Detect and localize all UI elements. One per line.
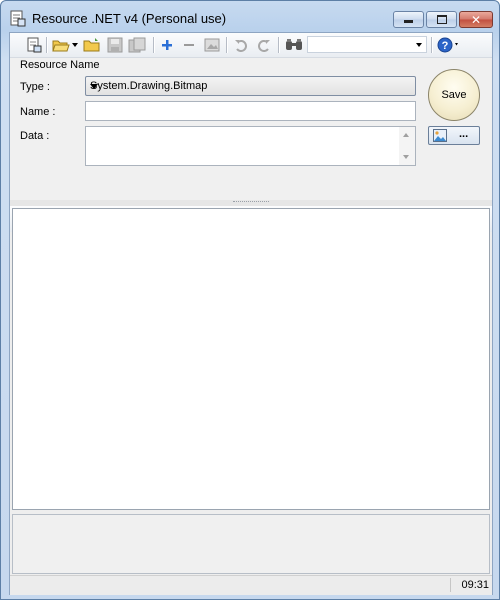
save-all-icon (128, 37, 146, 53)
minimize-button[interactable] (393, 11, 424, 28)
app-icon (10, 10, 26, 27)
grip-icon (233, 201, 269, 204)
maximize-button[interactable] (426, 11, 457, 28)
save-all-button[interactable] (128, 37, 146, 53)
toolbar-separator (278, 37, 280, 53)
client-area: ? Resource Name Type : System.Drawing.Bi… (9, 32, 493, 595)
type-label: Type : (20, 81, 50, 93)
property-grid[interactable] (12, 208, 490, 510)
find-icon (286, 39, 302, 50)
open-icon (52, 40, 70, 52)
redo-icon (258, 40, 270, 52)
close-button[interactable]: ✕ (459, 11, 493, 28)
undo-button[interactable] (233, 37, 249, 53)
image-icon (204, 38, 220, 52)
chevron-down-icon (416, 43, 422, 47)
help-icon: ? (437, 37, 458, 53)
type-select-value: System.Drawing.Bitmap (90, 80, 208, 92)
help-button[interactable]: ? (437, 37, 461, 53)
status-bar: 09:31 (10, 575, 492, 595)
select-image-button-label: ... (459, 128, 469, 140)
resource-editor: Resource Name Type : System.Drawing.Bitm… (10, 58, 492, 200)
new-icon (27, 37, 42, 53)
save-button-toolbar[interactable] (107, 37, 123, 53)
open-dropdown-button[interactable] (71, 37, 79, 53)
find-button[interactable] (285, 37, 303, 53)
data-scrollbar[interactable] (399, 127, 415, 165)
scroll-down-icon[interactable] (403, 155, 409, 159)
close-icon: ✕ (470, 12, 482, 27)
new-button[interactable] (26, 37, 42, 53)
main-window: Resource .NET v4 (Personal use) ✕ ? Reso… (0, 0, 500, 600)
save-icon (107, 37, 123, 53)
type-select[interactable]: System.Drawing.Bitmap (85, 76, 416, 96)
add-button[interactable] (160, 37, 174, 53)
image-icon (433, 129, 447, 142)
image-button-toolbar[interactable] (204, 37, 220, 53)
open-folder-icon (83, 38, 100, 52)
open-button[interactable] (52, 37, 70, 53)
data-textarea[interactable] (85, 126, 416, 166)
open-folder-button[interactable] (83, 37, 101, 53)
toolbar-separator (153, 37, 155, 53)
name-input[interactable] (85, 101, 416, 121)
open-dropdown-icon (72, 43, 78, 47)
data-label: Data : (20, 130, 50, 142)
name-label: Name : (20, 106, 56, 118)
undo-icon (235, 40, 247, 52)
toolbar-separator (431, 37, 433, 53)
remove-button[interactable] (182, 37, 196, 53)
chevron-down-icon (90, 84, 98, 89)
title-bar[interactable]: Resource .NET v4 (Personal use) ✕ (1, 1, 499, 35)
save-button[interactable]: Save (428, 69, 480, 121)
search-combo[interactable] (307, 36, 427, 53)
resource-name-section-label: Resource Name (20, 59, 100, 71)
redo-button[interactable] (256, 37, 272, 53)
window-title: Resource .NET v4 (Personal use) (32, 11, 227, 26)
add-icon (162, 40, 172, 50)
toolbar-separator (46, 37, 48, 53)
toolbar-separator (226, 37, 228, 53)
svg-text:?: ? (442, 40, 449, 52)
scroll-up-icon[interactable] (403, 133, 409, 137)
maximize-icon (436, 15, 447, 24)
status-time: 09:31 (461, 579, 489, 591)
property-description-panel (12, 514, 490, 574)
select-image-button[interactable]: ... (428, 126, 480, 145)
minimize-icon (404, 20, 413, 23)
save-button-label: Save (441, 89, 467, 101)
remove-icon (184, 44, 194, 46)
main-toolbar: ? (10, 33, 492, 58)
